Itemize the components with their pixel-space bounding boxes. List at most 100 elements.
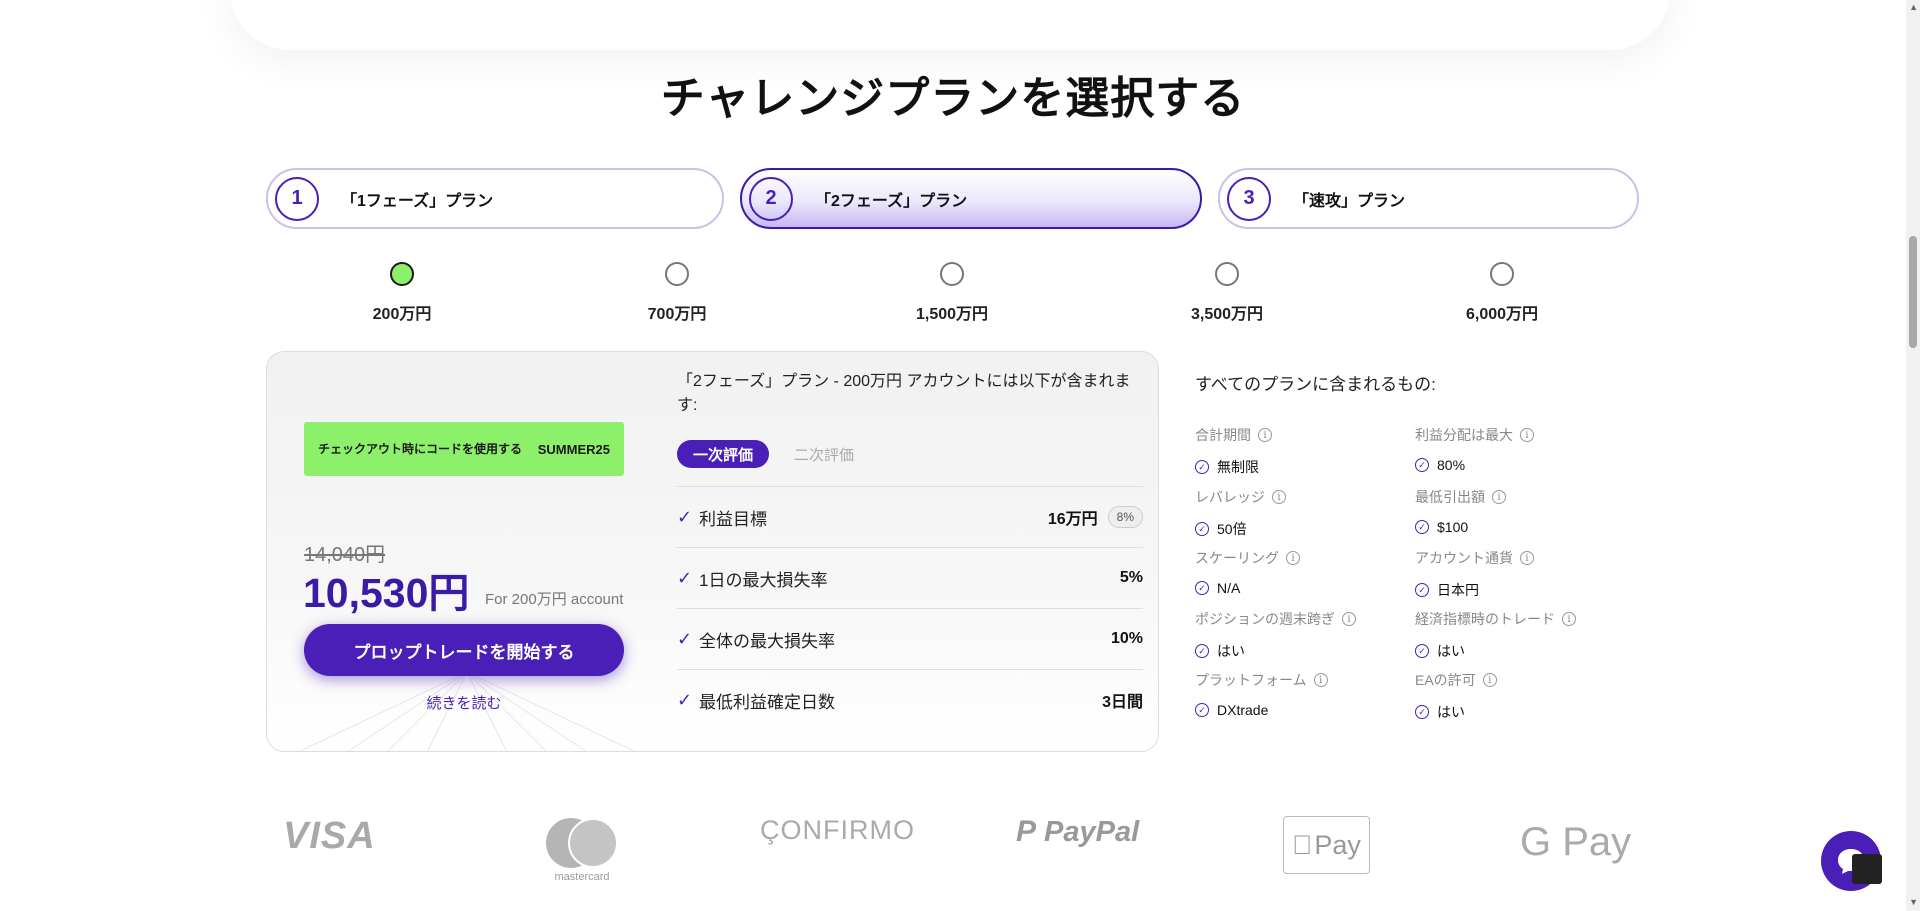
check-circle-icon: ✓ [1415,520,1429,534]
discounted-price: 10,530円 [303,570,470,616]
tab-1-phase-plan[interactable]: 1 「1フェーズ」プラン [266,168,724,229]
radio-button[interactable] [940,262,964,286]
all-plans-heading: すべてのプランに含まれるもの: [1195,375,1436,394]
feature-scaling: スケーリング i ✓ N/A [1195,548,1415,596]
feature-value: 無制限 [1217,459,1259,475]
tab-number: 1 [275,176,319,221]
apple-pay-logo:  Pay [1283,816,1370,874]
feature-value: 80% [1437,457,1466,473]
scrollbar-thumb[interactable] [1909,236,1917,348]
tab-2-phase-plan[interactable]: 2 「2フェーズ」プラン [740,168,1202,229]
feature-label: 合計期間 [1195,427,1251,443]
check-circle-icon: ✓ [1195,703,1209,717]
feature-platform: プラットフォーム i ✓ DXtrade [1195,670,1415,718]
info-icon[interactable]: i [1562,612,1576,626]
confirmo-logo: ÇONFIRMO [760,815,915,845]
feature-total-period: 合計期間 i ✓ 無制限 [1195,425,1415,477]
feature-label: 最低引出額 [1415,489,1485,505]
tab-phase-2-evaluation[interactable]: 二次評価 [794,440,854,468]
info-icon[interactable]: i [1313,673,1328,687]
tab-phase-1-evaluation[interactable]: 一次評価 [677,440,770,468]
feature-ea-allowed: EAの許可 i ✓ はい [1415,670,1635,722]
paypal-text: PayPal [1044,815,1140,848]
tab-label: 「1フェーズ」プラン [341,192,494,210]
amount-label: 6,000万円 [1465,306,1539,323]
info-icon[interactable]: i [1482,673,1497,687]
feature-news-trading: 経済指標時のトレード i ✓ はい [1415,609,1635,661]
google-pay-logo: G Pay [1520,820,1632,864]
feature-label: EAの許可 [1415,672,1476,688]
info-icon[interactable]: i [1342,612,1356,626]
check-circle-icon: ✓ [1415,644,1429,658]
amount-option-1500[interactable]: 1,500万円 [892,262,1012,324]
feature-value: DXtrade [1217,702,1269,718]
mastercard-text: mastercard [554,871,610,883]
mastercard-logo: mastercard [546,818,618,883]
visa-logo: VISA [283,815,376,857]
info-icon[interactable]: i [1520,551,1534,565]
read-more-link[interactable]: 続きを読む [304,692,624,713]
feature-label: ポジションの週末跨ぎ [1195,611,1335,627]
amount-option-3500[interactable]: 3,500万円 [1167,262,1287,324]
feature-label: プラットフォーム [1195,672,1307,688]
detail-row-daily-loss: ✓ 1日の最大損失率 5% [677,547,1143,608]
tab-number: 3 [1227,176,1271,221]
amount-label: 200万円 [372,306,432,323]
info-icon[interactable]: i [1286,551,1300,565]
detail-label: 利益目標 [699,509,767,529]
plan-card: チェックアウト時にコードを使用する SUMMER25 14,040円 10,53… [266,351,1159,752]
tab-rapid-plan[interactable]: 3 「速攻」プラン [1218,168,1639,229]
feature-profit-split: 利益分配は最大 i ✓ 80% [1415,425,1635,473]
amount-option-700[interactable]: 700万円 [617,262,737,324]
amount-label: 1,500万円 [915,306,989,323]
feature-weekend-holding: ポジションの週末跨ぎ i ✓ はい [1195,609,1415,661]
tab-number: 2 [749,176,793,221]
apple-pay-text: Pay [1304,829,1361,860]
paypal-p-icon: P [1016,815,1037,848]
detail-value: 5% [1119,569,1143,586]
feature-value: 日本円 [1437,582,1479,598]
promo-text: チェックアウト時にコードを使用する [318,442,523,456]
check-circle-icon: ✓ [1195,460,1209,474]
detail-row-profit-target: ✓ 利益目標 16万円 8% [677,486,1143,547]
mastercard-circles-icon [546,818,618,868]
feature-value: N/A [1217,580,1241,596]
feature-value: $100 [1437,519,1469,535]
amount-label: 700万円 [647,306,707,323]
chat-overlay-square [1852,854,1882,884]
vertical-scrollbar[interactable]: ▲ ▼ [1906,0,1920,911]
radio-button[interactable] [1215,262,1239,286]
feature-min-withdrawal: 最低引出額 i ✓ $100 [1415,487,1635,535]
apple-icon:  [1292,830,1312,861]
feature-value: はい [1437,704,1465,720]
feature-account-currency: アカウント通貨 i ✓ 日本円 [1415,548,1635,600]
feature-label: レバレッジ [1195,489,1265,505]
plan-details-list: ✓ 利益目標 16万円 8% ✓ 1日の最大損失率 5% ✓ 全体の最大損失率 … [677,486,1143,730]
info-icon[interactable]: i [1492,490,1506,504]
radio-button[interactable] [390,262,414,286]
amount-option-200[interactable]: 200万円 [342,262,462,324]
radio-button[interactable] [665,262,689,286]
detail-row-min-days: ✓ 最低利益確定日数 3日間 [677,669,1143,730]
scroll-up-arrow-icon[interactable]: ▲ [1909,2,1918,12]
start-trading-button[interactable]: プロップトレードを開始する [304,624,624,676]
feature-label: スケーリング [1195,550,1279,566]
check-icon: ✓ [677,689,693,710]
scroll-down-arrow-icon[interactable]: ▼ [1909,897,1918,907]
amount-option-6000[interactable]: 6,000万円 [1442,262,1562,324]
check-circle-icon: ✓ [1195,581,1209,595]
info-icon[interactable]: i [1272,490,1286,504]
info-icon[interactable]: i [1258,428,1272,442]
detail-label: 全体の最大損失率 [699,631,835,651]
feature-value: 50倍 [1217,521,1247,537]
promo-code: SUMMER25 [537,441,610,457]
amount-label: 3,500万円 [1190,306,1264,323]
radio-button[interactable] [1490,262,1514,286]
check-circle-icon: ✓ [1195,522,1209,536]
detail-row-max-loss: ✓ 全体の最大損失率 10% [677,608,1143,669]
info-icon[interactable]: i [1520,428,1534,442]
feature-value: はい [1217,643,1245,659]
account-size-note: For 200万円 account [485,591,624,608]
paypal-logo: P PayPal [1016,815,1139,849]
page-title: チャレンジプランを選択する [660,74,1246,123]
